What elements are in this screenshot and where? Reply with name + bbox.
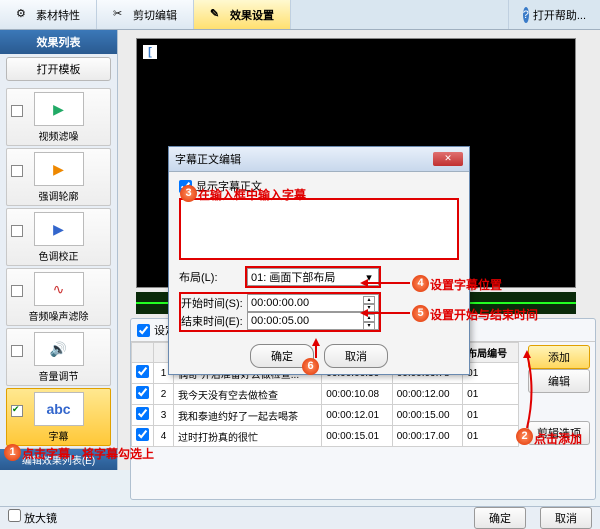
effects-panel: 效果列表 打开模板 ▶视频滤噪 ▶强调轮廓 ▶色调校正 ∿音频噪声滤除 🔊音量调… <box>0 30 118 470</box>
anno-6-dot: 6 <box>302 358 319 375</box>
anno-6-arrow <box>310 338 330 360</box>
tab-effects[interactable]: ✎效果设置 <box>194 0 291 29</box>
layout-label: 布局(L): <box>179 269 245 285</box>
end-time-label: 结束时间(E): <box>181 313 247 329</box>
anno-5-dot: 5 <box>412 305 429 322</box>
filmstrip-icon: ▶ <box>34 92 84 126</box>
effect-volume[interactable]: 🔊音量调节 <box>6 328 111 386</box>
anno-1-text: 点击字幕，将字幕勾选上 <box>22 445 154 462</box>
close-icon[interactable]: ✕ <box>433 152 463 166</box>
checkbox[interactable] <box>11 165 23 177</box>
anno-2-text: 点击添加 <box>534 430 582 447</box>
pencil-icon: ✎ <box>210 7 226 23</box>
anno-4-arrow <box>360 276 412 290</box>
spin-up-icon[interactable]: ▴ <box>363 296 375 304</box>
checkbox[interactable] <box>11 105 23 117</box>
anno-4-text: 设置字幕位置 <box>430 276 502 293</box>
bracket-icon: [ <box>143 45 157 59</box>
anno-3-dot: 3 <box>180 185 197 202</box>
help-icon: ? <box>523 7 529 23</box>
checkbox[interactable] <box>11 225 23 237</box>
checkbox[interactable] <box>11 405 23 417</box>
tab-material[interactable]: ⚙素材特性 <box>0 0 97 29</box>
wave-icon: ∿ <box>34 272 84 306</box>
set-subtitle-checkbox[interactable] <box>137 324 150 337</box>
cancel-button[interactable]: 取消 <box>324 344 388 368</box>
table-row[interactable]: 2我今天没有空去做检查00:00:10.0800:00:12.0001 <box>132 384 519 405</box>
top-tabs: ⚙素材特性 ✂剪切编辑 ✎效果设置 ?打开帮助... <box>0 0 600 30</box>
filmstrip-icon: ▶ <box>34 152 84 186</box>
start-time-label: 开始时间(S): <box>181 295 247 311</box>
cog-icon: ⚙ <box>16 7 32 23</box>
bottom-bar: 放大镜 确定 取消 <box>0 506 600 528</box>
anno-2-dot: 2 <box>516 428 533 445</box>
scissors-icon: ✂ <box>113 7 129 23</box>
abc-icon: abc <box>34 392 84 426</box>
magnifier-checkbox[interactable]: 放大镜 <box>8 509 57 526</box>
checkbox[interactable] <box>11 345 23 357</box>
speaker-icon: 🔊 <box>34 332 84 366</box>
tab-cut[interactable]: ✂剪切编辑 <box>97 0 194 29</box>
anno-2-arrow <box>512 350 542 430</box>
effect-hue[interactable]: ▶色调校正 <box>6 208 111 266</box>
help-link[interactable]: ?打开帮助... <box>508 0 600 29</box>
spin-down-icon[interactable]: ▾ <box>363 322 375 330</box>
anno-1-dot: 1 <box>4 444 21 461</box>
bottom-cancel-button[interactable]: 取消 <box>540 507 592 529</box>
effects-title: 效果列表 <box>0 30 117 54</box>
filmstrip-icon: ▶ <box>34 212 84 246</box>
anno-5-arrow <box>360 306 412 320</box>
effect-audio-noise[interactable]: ∿音频噪声滤除 <box>6 268 111 326</box>
effect-subtitle[interactable]: abc字幕 <box>6 388 111 446</box>
anno-5-text: 设置开始与结束时间 <box>430 306 538 323</box>
open-template-button[interactable]: 打开模板 <box>6 57 111 81</box>
table-row[interactable]: 4过时打扮真的很忙00:00:15.0100:00:17.0001 <box>132 426 519 447</box>
anno-4-dot: 4 <box>412 275 429 292</box>
anno-3-text: 在输入框中输入字幕 <box>198 186 306 203</box>
effect-outline[interactable]: ▶强调轮廓 <box>6 148 111 206</box>
table-row[interactable]: 3我和泰迪约好了一起去喝茶00:00:12.0100:00:15.0001 <box>132 405 519 426</box>
subtitle-textarea[interactable] <box>179 198 459 260</box>
effect-video-noise[interactable]: ▶视频滤噪 <box>6 88 111 146</box>
dialog-titlebar[interactable]: 字幕正文编辑✕ <box>169 147 469 172</box>
checkbox[interactable] <box>11 285 23 297</box>
bottom-ok-button[interactable]: 确定 <box>474 507 526 529</box>
effects-list: ▶视频滤噪 ▶强调轮廓 ▶色调校正 ∿音频噪声滤除 🔊音量调节 abc字幕 ⛶视… <box>0 84 117 449</box>
